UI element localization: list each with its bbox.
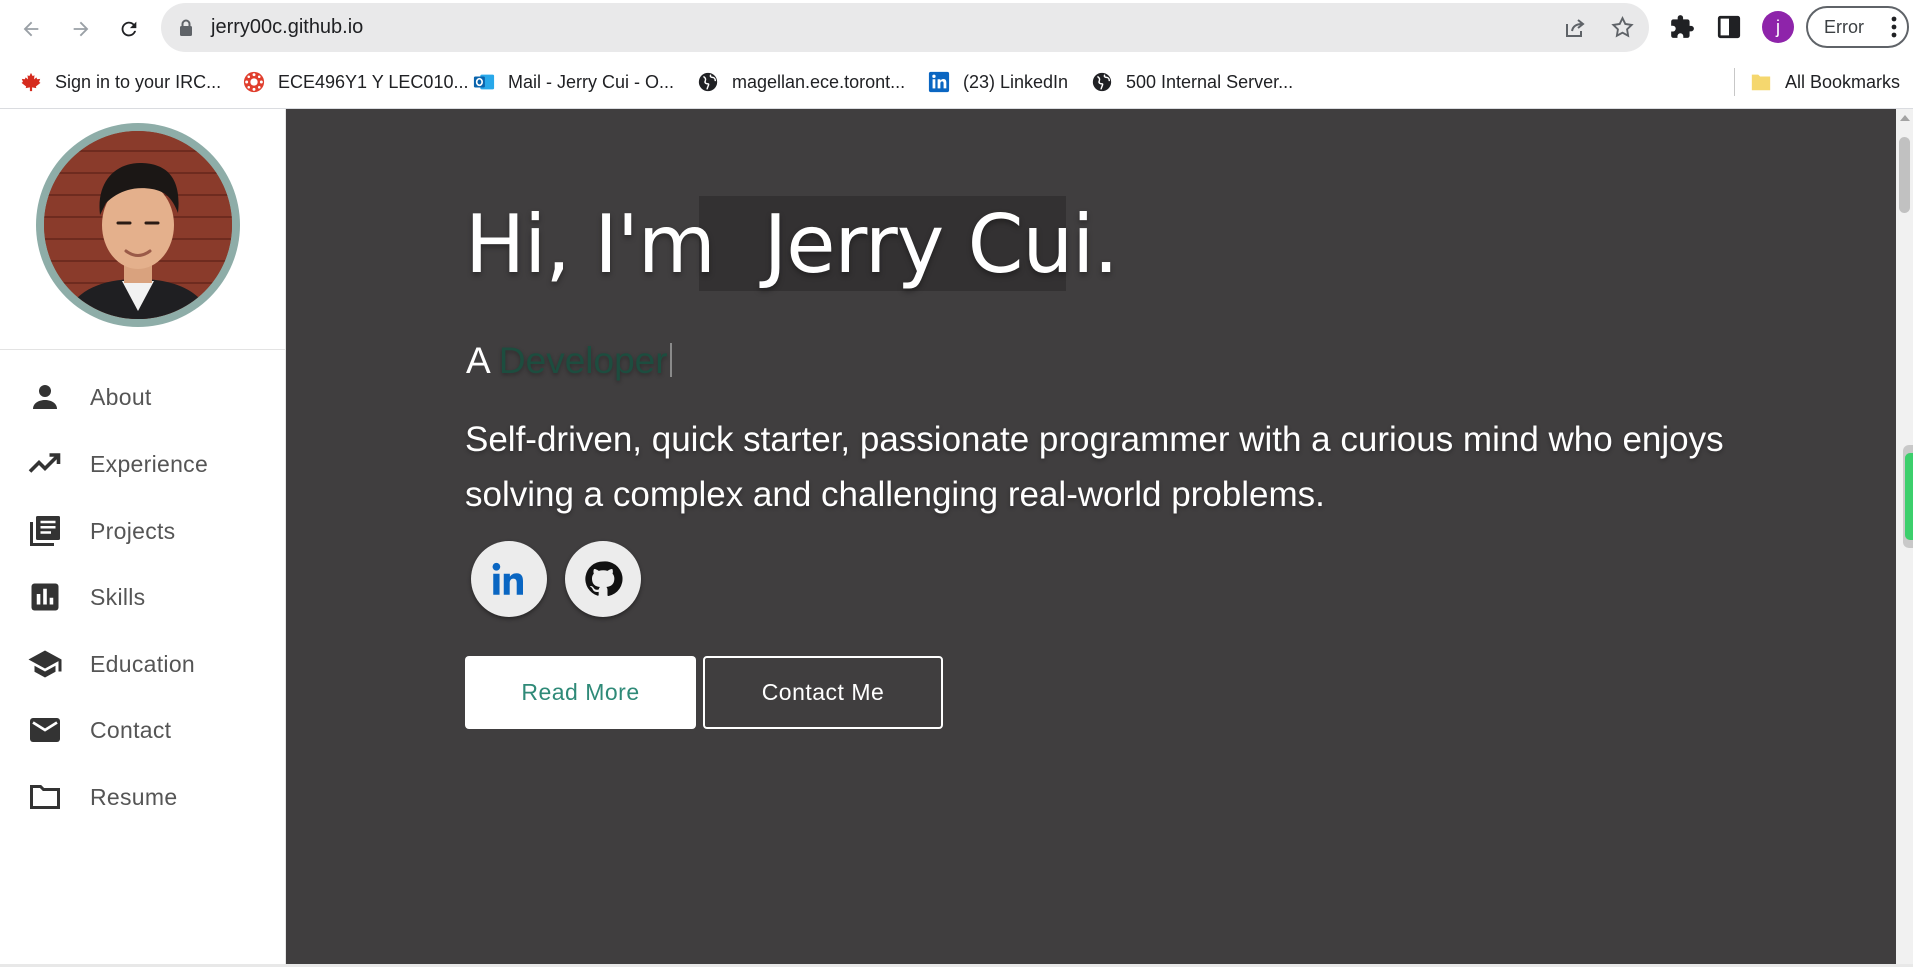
forward-button[interactable] [64,12,98,46]
all-bookmarks-button[interactable]: All Bookmarks [1750,68,1900,96]
arrow-right-icon [73,21,89,37]
name-text: Jerry Cui. [763,198,1119,291]
sidebar: About Experience Projects Skills Educati… [0,109,286,967]
sidebar-item-contact[interactable]: Contact [0,700,285,760]
profile-avatar[interactable]: j [1762,11,1794,43]
bookmark-label: Sign in to your IRC... [55,71,222,92]
extensions-puzzle-icon[interactable] [1669,14,1695,40]
bookmark-label: ECE496Y1 Y LEC010... [278,71,469,92]
canvas-logo-icon [243,71,265,93]
side-panel-icon[interactable] [1716,14,1742,40]
linkedin-icon [928,71,950,93]
school-icon [26,645,64,683]
more-menu-icon [1891,16,1897,38]
outlook-icon [473,74,495,90]
library-books-icon [26,512,64,550]
github-icon [585,561,623,597]
arrow-left-icon [23,21,39,37]
hero-tagline: Self-driven, quick starter, passionate p… [465,420,1724,514]
read-more-button[interactable]: Read More [465,656,696,729]
bookmark-internal-server[interactable]: 500 Internal Server... [1091,68,1293,96]
sidebar-item-label: About [90,383,152,410]
hero-title: Hi, I'm Jerry Cui. [465,198,1119,291]
error-button[interactable]: Error [1806,6,1909,48]
sidebar-item-experience[interactable]: Experience [0,434,285,494]
address-bar[interactable]: jerry00c.github.io [161,3,1649,52]
lock-icon [180,19,192,36]
person-icon [26,378,64,416]
sidebar-item-label: Resume [90,783,178,810]
share-icon[interactable] [1563,16,1587,40]
profile-photo [44,131,232,319]
contact-me-button[interactable]: Contact Me [703,656,943,729]
error-label: Error [1824,17,1864,37]
typed-role-text: Developer [498,340,668,381]
sidebar-item-about[interactable]: About [0,367,285,427]
hero-section: Hi, I'm Jerry Cui. A Developer Self-driv… [286,109,1896,967]
bookmark-label: Mail - Jerry Cui - O... [508,71,675,92]
portrait-image [44,131,232,319]
sidebar-item-label: Education [90,650,195,677]
bookmark-label: 500 Internal Server... [1126,71,1294,92]
sidebar-item-skills[interactable]: Skills [0,567,285,627]
trending-up-icon [26,445,64,483]
folder-icon [1751,74,1771,91]
floating-side-handle[interactable] [1905,453,1913,540]
greeting-text: Hi, I'm [465,198,740,291]
sidebar-item-label: Projects [90,517,176,544]
linkedin-icon [492,562,523,595]
bookmarks-divider [1734,68,1735,96]
globe-icon [1092,72,1112,92]
sidebar-item-projects[interactable]: Projects [0,501,285,561]
reload-icon [121,21,137,37]
sidebar-item-resume[interactable]: Resume [0,767,285,827]
back-button[interactable] [14,12,48,46]
url-text[interactable]: jerry00c.github.io [211,16,363,39]
bookmark-label: magellan.ece.toront... [732,71,906,92]
sidebar-item-label: Experience [90,450,209,477]
bookmark-outlook-mail[interactable]: Mail - Jerry Cui - O... [473,68,674,96]
globe-icon [698,72,718,92]
bookmark-label: (23) LinkedIn [963,71,1069,92]
hero-subtitle: A Developer [466,340,672,382]
all-bookmarks-label: All Bookmarks [1785,71,1901,92]
linkedin-link[interactable] [471,541,547,617]
scroll-thumb[interactable] [1899,137,1910,213]
bookmark-ece496[interactable]: ECE496Y1 Y LEC010... [243,68,468,96]
bookmark-star-icon[interactable] [1610,15,1635,40]
sidebar-divider [0,349,285,350]
folder-icon [26,778,64,816]
maple-leaf-icon [21,72,41,92]
sidebar-item-label: Contact [90,716,172,743]
mail-icon [26,711,64,749]
browser-toolbar: jerry00c.github.io j Error [0,0,1913,56]
scroll-up-arrow-icon[interactable] [1900,115,1910,121]
typing-cursor [669,343,672,377]
github-link[interactable] [565,541,641,617]
bookmarks-bar: Sign in to your IRC... ECE496Y1 Y LEC010… [0,56,1913,109]
reload-button[interactable] [112,12,146,46]
bar-chart-icon [26,578,64,616]
bookmark-magellan[interactable]: magellan.ece.toront... [697,68,905,96]
sidebar-item-label: Skills [90,583,146,610]
avatar [36,123,240,327]
sidebar-item-education[interactable]: Education [0,634,285,694]
subtitle-prefix: A [466,340,499,381]
bookmark-linkedin[interactable]: (23) LinkedIn [928,68,1068,96]
bookmark-irc[interactable]: Sign in to your IRC... [20,68,221,96]
